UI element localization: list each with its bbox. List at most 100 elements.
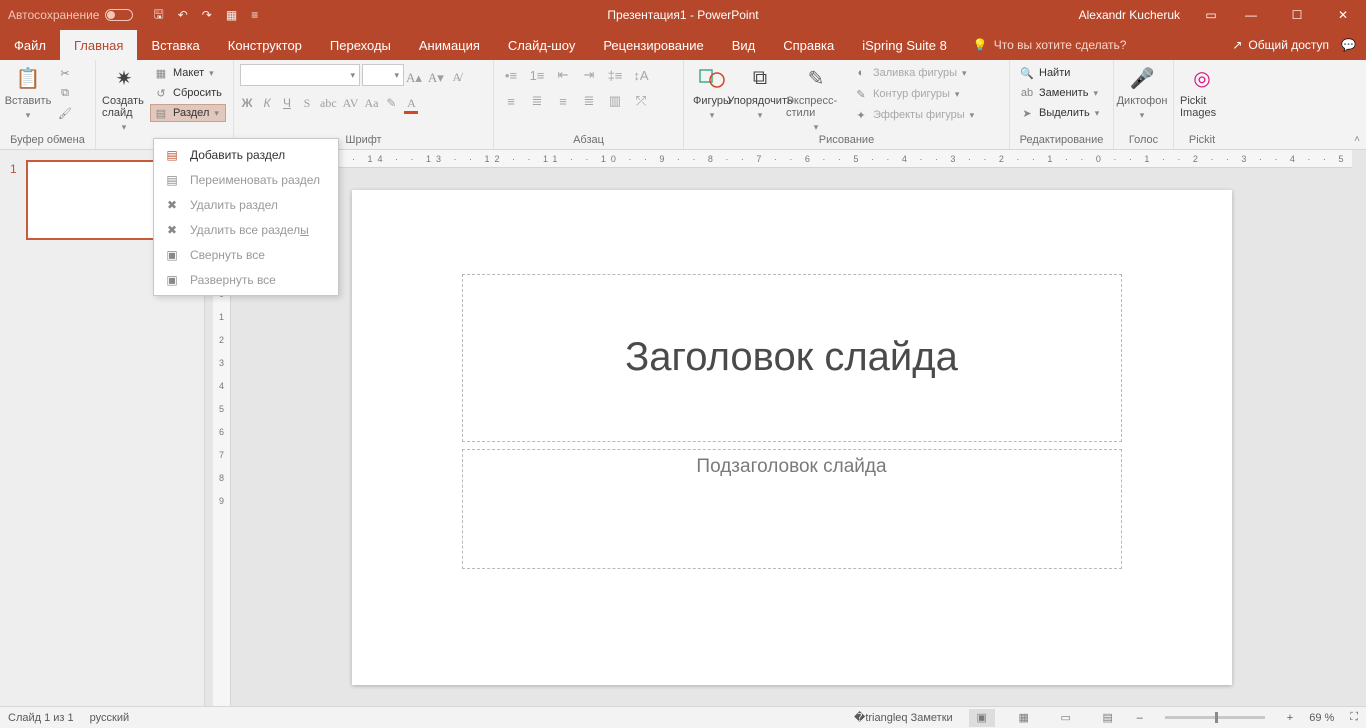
section-icon: ▤	[154, 106, 168, 120]
rename-section-icon: ▤	[164, 172, 180, 188]
title-placeholder[interactable]: Заголовок слайда	[462, 274, 1122, 442]
shapes-button[interactable]: Фигуры▾	[690, 64, 734, 121]
text-direction-button[interactable]: ↕A	[630, 64, 652, 86]
user-name[interactable]: Alexandr Kucheruk	[1065, 8, 1194, 22]
notes-button[interactable]: �triangleq Заметки	[854, 711, 953, 724]
slideshow-view-icon[interactable]: ▤	[1095, 709, 1121, 727]
autosave-toggle[interactable]: Автосохранение	[0, 8, 141, 22]
tab-help[interactable]: Справка	[769, 30, 848, 60]
subtitle-placeholder[interactable]: Подзаголовок слайда	[462, 449, 1122, 569]
sorter-view-icon[interactable]: ▦	[1011, 709, 1037, 727]
tab-file[interactable]: Файл	[0, 30, 60, 60]
document-title: Презентация1 - PowerPoint	[607, 8, 758, 22]
slide-editor: · 16 · · 15 · · 14 · · 13 · · 12 · · 11 …	[205, 150, 1366, 706]
tab-design[interactable]: Конструктор	[214, 30, 316, 60]
save-icon[interactable]: 🖫	[153, 5, 163, 26]
tab-slideshow[interactable]: Слайд-шоу	[494, 30, 589, 60]
share-label: Общий доступ	[1248, 38, 1329, 52]
paste-button[interactable]: 📋 Вставить ▾	[6, 64, 50, 121]
dec-indent-button[interactable]: ⇤	[552, 64, 574, 86]
case-button[interactable]: Aa	[364, 96, 378, 114]
reading-view-icon[interactable]: ▭	[1053, 709, 1079, 727]
collapse-ribbon-icon[interactable]: ˄	[1354, 134, 1360, 145]
arrange-button[interactable]: ⧉ Упорядочить▾	[738, 64, 782, 121]
normal-view-icon[interactable]: ▣	[969, 709, 995, 727]
chevron-down-icon: ▾	[26, 110, 31, 121]
justify-button[interactable]: ≣	[578, 90, 600, 112]
slide-canvas[interactable]: Заголовок слайда Подзаголовок слайда	[352, 190, 1232, 685]
close-button[interactable]: ✕	[1320, 0, 1366, 30]
quick-styles-button[interactable]: ✎ Экспресс-стили▾	[786, 64, 846, 133]
shrink-font-icon[interactable]: A▾	[428, 70, 444, 86]
menu-add-section[interactable]: ▤Добавить раздел	[154, 142, 338, 167]
reset-button[interactable]: ↺Сбросить	[150, 84, 226, 102]
align-right-button[interactable]: ≡	[552, 90, 574, 112]
new-slide-button[interactable]: Создать слайд ▾	[102, 64, 146, 133]
maximize-button[interactable]: ☐	[1274, 0, 1320, 30]
tab-home[interactable]: Главная	[60, 30, 137, 60]
cut-button[interactable]: ✂	[54, 64, 76, 82]
align-left-button[interactable]: ≡	[500, 90, 522, 112]
bold-button[interactable]: Ж	[240, 96, 254, 114]
font-size-combo[interactable]: ▾	[362, 64, 404, 86]
ribbon-tabs: Файл Главная Вставка Конструктор Переход…	[0, 30, 1366, 60]
italic-button[interactable]: К	[260, 96, 274, 114]
select-button[interactable]: ➤Выделить ▾	[1016, 104, 1103, 122]
share-button[interactable]: ↗ Общий доступ	[1232, 38, 1329, 52]
underline-button[interactable]: Ч	[280, 96, 294, 114]
collapse-icon: ▣	[164, 247, 180, 263]
numbering-button[interactable]: 1≡	[526, 64, 548, 86]
fit-to-window-icon[interactable]: ⛶	[1350, 711, 1358, 724]
tab-transitions[interactable]: Переходы	[316, 30, 405, 60]
grow-font-icon[interactable]: A▴	[406, 70, 422, 86]
ribbon-display-options-icon[interactable]: ▭	[1194, 0, 1228, 30]
zoom-out-button[interactable]: –	[1137, 712, 1143, 724]
clear-format-icon[interactable]: A̸	[450, 70, 464, 86]
format-painter-button[interactable]: 🖌	[54, 104, 76, 122]
font-color-button[interactable]: A	[404, 96, 418, 114]
tell-me-search[interactable]: 💡 Что вы хотите сделать?	[973, 30, 1127, 60]
tab-view[interactable]: Вид	[718, 30, 770, 60]
spacing-button[interactable]: AV	[343, 96, 359, 114]
layout-button[interactable]: ▦Макет ▾	[150, 64, 226, 82]
qat-customize-icon[interactable]: ≡	[251, 8, 258, 22]
find-button[interactable]: 🔍Найти	[1016, 64, 1103, 82]
dictate-button[interactable]: 🎤 Диктофон▾	[1120, 64, 1164, 121]
redo-icon[interactable]: ↷	[202, 8, 212, 22]
smartart-button[interactable]: ⤱	[630, 90, 652, 112]
shape-effects-button[interactable]: ✦Эффекты фигуры ▾	[850, 106, 978, 124]
zoom-slider[interactable]	[1165, 716, 1265, 719]
bullets-button[interactable]: •≡	[500, 64, 522, 86]
language-indicator[interactable]: русский	[90, 712, 129, 724]
slide-counter[interactable]: Слайд 1 из 1	[8, 712, 74, 724]
zoom-in-button[interactable]: +	[1287, 712, 1293, 724]
minimize-button[interactable]: —	[1228, 0, 1274, 30]
undo-icon[interactable]: ↶	[178, 8, 188, 22]
shadow-button[interactable]: S	[300, 96, 314, 114]
horizontal-ruler[interactable]: · 16 · · 15 · · 14 · · 13 · · 12 · · 11 …	[231, 150, 1352, 168]
start-from-beginning-icon[interactable]: ▦	[226, 8, 237, 22]
tab-ispring[interactable]: iSpring Suite 8	[848, 30, 961, 60]
inc-indent-button[interactable]: ⇥	[578, 64, 600, 86]
zoom-level[interactable]: 69 %	[1309, 712, 1334, 724]
tab-animation[interactable]: Анимация	[405, 30, 494, 60]
section-button[interactable]: ▤Раздел ▾	[150, 104, 226, 122]
strike-button[interactable]: abc	[320, 96, 337, 114]
highlight-button[interactable]: ✎	[384, 96, 398, 114]
tab-insert[interactable]: Вставка	[137, 30, 213, 60]
columns-button[interactable]: ▥	[604, 90, 626, 112]
tab-review[interactable]: Рецензирование	[589, 30, 717, 60]
shape-outline-button[interactable]: ✎Контур фигуры ▾	[850, 85, 978, 103]
align-center-button[interactable]: ≣	[526, 90, 548, 112]
line-spacing-button[interactable]: ‡≡	[604, 64, 626, 86]
pen-icon: ✎	[854, 87, 868, 101]
font-name-combo[interactable]: ▾	[240, 64, 360, 86]
thumbnail-preview[interactable]	[26, 160, 166, 240]
group-editing: 🔍Найти abЗаменить ▾ ➤Выделить ▾ Редактир…	[1010, 60, 1114, 149]
pickit-button[interactable]: ◎ Pickit Images	[1180, 64, 1224, 119]
comments-icon[interactable]: 💬	[1341, 38, 1356, 52]
shape-fill-button[interactable]: ◐Заливка фигуры ▾	[850, 64, 978, 82]
replace-button[interactable]: abЗаменить ▾	[1016, 84, 1103, 102]
slide-canvas-area[interactable]: Заголовок слайда Подзаголовок слайда	[231, 168, 1352, 706]
copy-button[interactable]: ⧉	[54, 84, 76, 102]
